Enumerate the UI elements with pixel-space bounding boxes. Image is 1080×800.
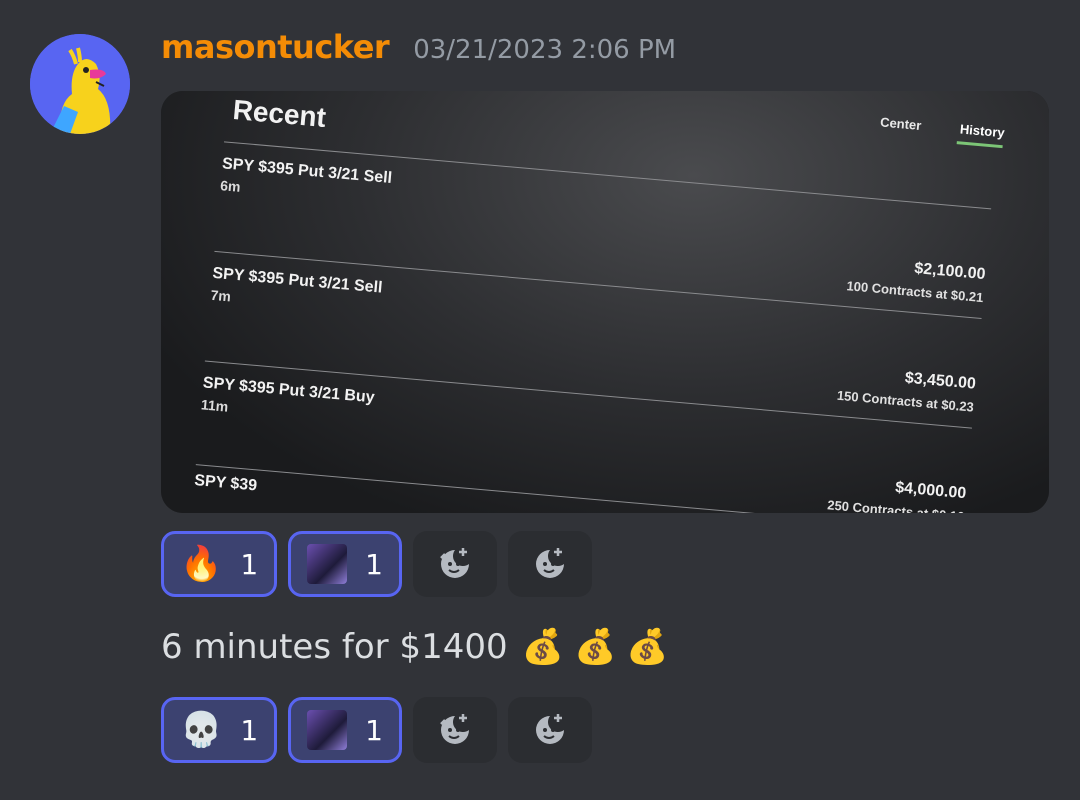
tab-center: Center	[879, 114, 922, 133]
active-tab-underline	[956, 141, 1003, 149]
trade-name: SPY $395 Put 3/21 Sell	[211, 264, 384, 297]
attachment-reactions: 🔥 1 1	[161, 531, 592, 597]
trade-amount: $4,000.00	[894, 479, 967, 503]
tab-history: History	[959, 121, 1006, 141]
author-avatar[interactable]	[30, 34, 130, 134]
image-attachment[interactable]: Center History Recent SPY $395 Put 3/21 …	[161, 91, 1049, 513]
add-super-reaction-icon	[440, 548, 469, 578]
duck-avatar-icon	[30, 34, 130, 134]
add-super-reaction-icon	[440, 714, 469, 744]
reaction-fire[interactable]: 🔥 1	[161, 531, 278, 597]
fire-icon: 🔥	[180, 544, 223, 584]
recent-title: Recent	[231, 94, 328, 134]
money-bag-icon[interactable]: 💰	[574, 630, 616, 664]
money-bag-emojis: 💰 💰 💰	[522, 630, 669, 664]
add-reaction-icon	[536, 548, 564, 578]
reaction-custom-avatar[interactable]: 1	[288, 531, 402, 597]
message-timestamp[interactable]: 03/21/2023 2:06 PM	[413, 35, 676, 65]
trade-age: 6m	[219, 177, 242, 195]
skull-icon: 💀	[180, 710, 223, 750]
add-super-reaction-button[interactable]	[413, 697, 497, 763]
reaction-count: 1	[365, 547, 383, 581]
message-header: masontucker 03/21/2023 2:06 PM	[161, 28, 676, 66]
add-super-reaction-button[interactable]	[413, 531, 497, 597]
trade-age: 11m	[200, 396, 229, 415]
author-username[interactable]: masontucker	[161, 28, 390, 66]
reaction-skull[interactable]: 💀 1	[161, 697, 278, 763]
reaction-count: 1	[240, 547, 259, 581]
reaction-custom-avatar[interactable]: 1	[288, 697, 402, 763]
user-avatar-icon	[307, 544, 348, 584]
trade-age: 7m	[209, 286, 232, 305]
add-reaction-button[interactable]	[508, 531, 592, 597]
message-text: 6 minutes for $1400	[161, 627, 508, 667]
money-bag-icon[interactable]: 💰	[626, 630, 668, 664]
reaction-count: 1	[240, 713, 259, 747]
add-reaction-icon	[536, 714, 564, 744]
money-bag-icon[interactable]: 💰	[522, 630, 564, 664]
trade-amount: $2,100.00	[913, 260, 987, 284]
trade-name: SPY $395 Put 3/21 Sell	[221, 155, 393, 188]
message-content: 6 minutes for $1400 💰 💰 💰	[161, 627, 669, 667]
user-avatar-icon	[307, 710, 348, 750]
text-reactions: 💀 1 1	[161, 697, 592, 763]
trade-amount: $3,450.00	[904, 369, 977, 393]
photographed-screen: Center History Recent SPY $395 Put 3/21 …	[161, 91, 1018, 513]
add-reaction-button[interactable]	[508, 697, 592, 763]
reaction-count: 1	[365, 713, 383, 747]
